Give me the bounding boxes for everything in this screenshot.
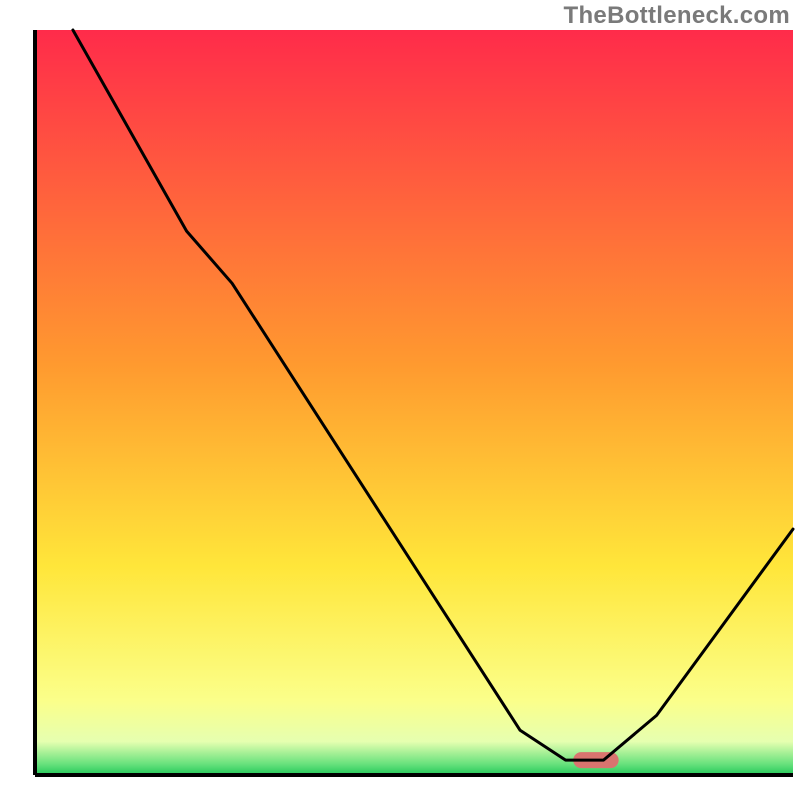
chart-container: { "watermark": "TheBottleneck.com", "cha… xyxy=(0,0,800,800)
bottleneck-chart xyxy=(0,0,800,800)
gradient-background xyxy=(35,30,793,775)
watermark-text: TheBottleneck.com xyxy=(564,2,790,30)
